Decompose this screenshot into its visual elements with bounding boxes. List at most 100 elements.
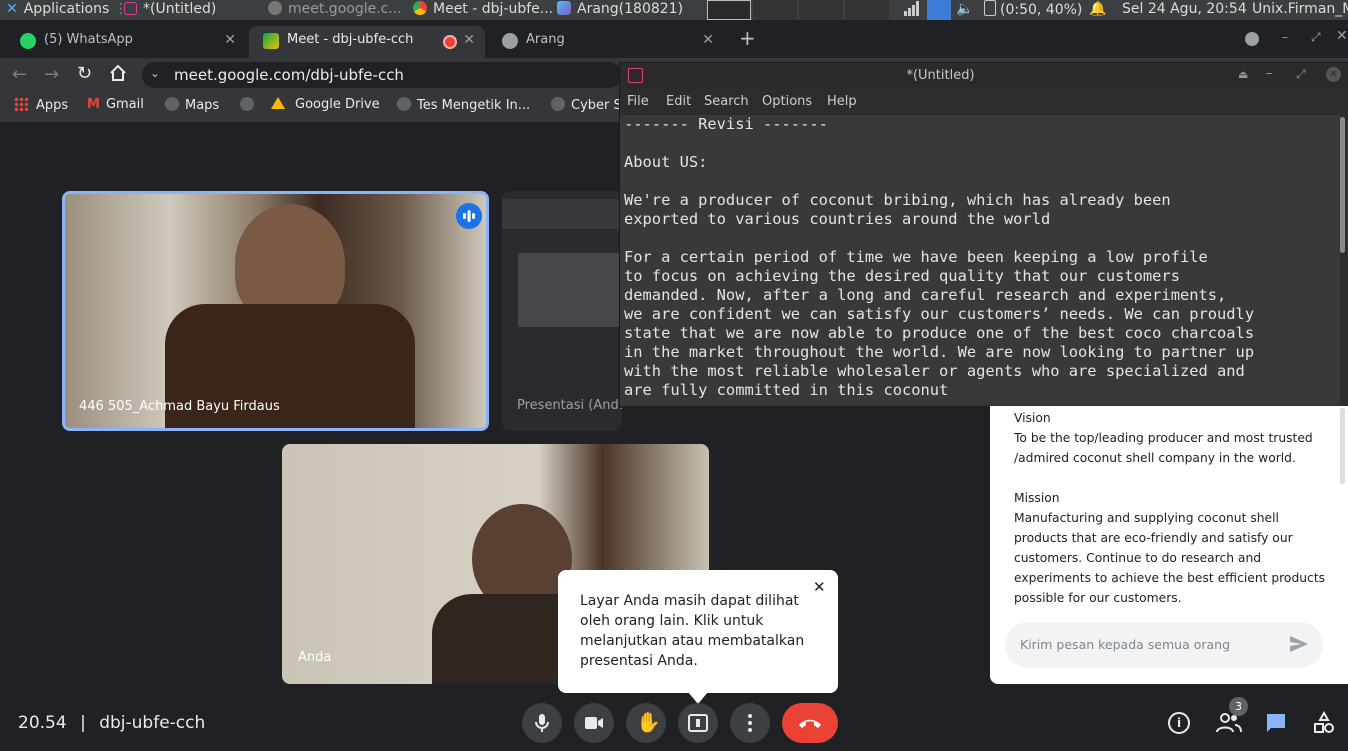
raise-hand-button[interactable]: ✋	[626, 703, 666, 743]
user-menu[interactable]: Unix.Firman_M	[1252, 0, 1348, 20]
minimize-icon[interactable]: –	[1266, 66, 1273, 81]
menu-file[interactable]: File	[627, 94, 649, 109]
globe-icon	[551, 97, 565, 111]
close-tooltip-icon[interactable]: ✕	[813, 577, 826, 597]
recording-indicator-icon	[443, 35, 457, 49]
clock[interactable]: Sel 24 Agu, 20:54	[1122, 0, 1247, 20]
tooltip-text: Layar Anda masih dapat dilihat oleh oran…	[580, 593, 805, 669]
close-window-icon[interactable]: ✕	[1326, 67, 1341, 82]
close-tab-icon[interactable]: ✕	[463, 26, 475, 54]
tab-meet[interactable]: Meet - dbj-ubfe-cch ✕	[249, 26, 485, 58]
participant-name: 446 505_Achmad Bayu Firdaus	[79, 399, 280, 414]
taskbar-window-meet-2[interactable]: Meet - dbj-ubfe...	[413, 0, 553, 20]
address-bar[interactable]: ⌄ meet.google.com/dbj-ubfe-cch	[142, 62, 622, 88]
chat-vision-heading: Vision	[1014, 411, 1051, 425]
apps-grid-icon	[14, 97, 28, 111]
chat-mission-text: Manufacturing and supplying coconut shel…	[1014, 511, 1326, 605]
site-info-icon[interactable]: ⌄	[150, 66, 160, 80]
microphone-button[interactable]	[522, 703, 562, 743]
send-icon[interactable]	[1288, 633, 1310, 661]
chat-message-input[interactable]: Kirim pesan kepada semua orang	[1005, 622, 1323, 668]
battery-status[interactable]: (0:50, 40%)	[984, 0, 1082, 20]
presentation-tile[interactable]: Presentasi (Anda)	[502, 191, 622, 431]
chrome-icon	[268, 1, 282, 15]
menu-help[interactable]: Help	[827, 94, 857, 109]
workspace-2[interactable]	[753, 0, 797, 20]
maximize-icon[interactable]: ⤢	[1311, 30, 1321, 45]
vpn-icon[interactable]	[927, 0, 951, 20]
presentation-label: Presentasi (Anda)	[517, 398, 622, 413]
whatsapp-icon	[20, 33, 36, 49]
url-text[interactable]: meet.google.com/dbj-ubfe-cch	[174, 66, 404, 84]
minimize-icon[interactable]: –	[1282, 30, 1288, 44]
shade-window-icon[interactable]: ⏏	[1238, 68, 1248, 81]
close-tab-icon[interactable]: ✕	[702, 26, 714, 54]
taskbar-window-folder[interactable]: Arang(180821)	[557, 0, 683, 20]
folder-icon	[557, 1, 571, 15]
chrome-icon	[413, 1, 427, 15]
bookmark-maps[interactable]: Maps	[165, 97, 219, 113]
bookmark-globe[interactable]	[240, 97, 260, 113]
presentation-tooltip: Layar Anda masih dapat dilihat oleh oran…	[558, 570, 838, 704]
signal-icon[interactable]	[903, 0, 921, 20]
editor-menubar: File Edit Search Options Help	[620, 89, 1348, 115]
home-icon[interactable]	[109, 64, 127, 82]
participant-tile-achmad[interactable]: 446 505_Achmad Bayu Firdaus	[62, 191, 489, 431]
forward-icon[interactable]: →	[44, 64, 59, 85]
volume-icon[interactable]: 🔈	[956, 0, 973, 20]
present-now-button[interactable]	[678, 703, 718, 743]
chat-vision-text: To be the top/leading producer and most …	[1014, 431, 1313, 465]
back-icon[interactable]: ←	[12, 64, 27, 85]
taskbar-window-gedit[interactable]: *(Untitled)	[124, 0, 216, 20]
editor-titlebar[interactable]: *(Untitled) ⏏ – ⤢ ✕	[620, 63, 1348, 89]
close-window-icon[interactable]: ✕	[1336, 28, 1348, 44]
meeting-details: 20.54 | dbj-ubfe-cch	[18, 713, 205, 733]
close-tab-icon[interactable]: ✕	[224, 26, 236, 54]
leave-call-button[interactable]	[782, 703, 838, 743]
menu-search[interactable]: Search	[704, 94, 749, 109]
editor-line: For a certain period of time we have bee…	[624, 248, 1208, 266]
bookmark-cyber[interactable]: Cyber S	[551, 97, 622, 113]
menu-edit[interactable]: Edit	[666, 94, 691, 109]
taskbar-window-meet-1[interactable]: meet.google.c...	[268, 0, 402, 20]
editor-line: with the most reliable wholesaler or age…	[624, 362, 1245, 380]
editor-line: in the market throughout the world. We a…	[624, 343, 1255, 361]
more-options-button[interactable]	[730, 703, 770, 743]
chat-button[interactable]	[1265, 712, 1287, 738]
editor-line: we are confident we can satisfy our cust…	[624, 305, 1255, 323]
bookmark-apps[interactable]: Apps	[14, 97, 68, 113]
maximize-icon[interactable]: ⤢	[1296, 67, 1306, 82]
bookmark-tes-mengetik[interactable]: Tes Mengetik In...	[397, 97, 530, 113]
present-screen-icon	[688, 714, 708, 732]
workspace-4[interactable]	[845, 0, 889, 20]
editor-scrollbar[interactable]	[1340, 117, 1345, 253]
tab-whatsapp[interactable]: (5) WhatsApp ✕	[6, 26, 246, 58]
bookmark-gmail[interactable]: M Gmail	[87, 97, 144, 112]
activities-shapes-icon	[1314, 710, 1334, 733]
tab-arang[interactable]: Arang ✕	[488, 26, 724, 58]
globe-icon	[240, 97, 254, 111]
meeting-info-icon[interactable]: i	[1168, 712, 1190, 734]
activities-button[interactable]	[1313, 710, 1335, 739]
notification-bell-icon[interactable]: 🔔	[1089, 0, 1106, 20]
workspace-switcher-active[interactable]	[707, 0, 751, 20]
applications-menu[interactable]: ✕ Applications	[6, 0, 109, 20]
tab-search-icon[interactable]	[1245, 32, 1259, 46]
new-tab-button[interactable]: +	[739, 26, 756, 50]
google-meet-icon	[263, 33, 279, 49]
workspace-3[interactable]	[799, 0, 843, 20]
editor-line: state that we are now able to produce on…	[624, 324, 1255, 342]
xfce-icon: ✕	[6, 1, 18, 17]
camera-button[interactable]	[574, 703, 614, 743]
microphone-icon	[535, 714, 549, 732]
chat-scrollbar[interactable]	[1340, 408, 1345, 484]
editor-line: are fully committed in this coconut	[624, 381, 949, 399]
chat-icon	[1267, 714, 1285, 732]
globe-icon	[502, 33, 518, 49]
reload-icon[interactable]: ↻	[77, 63, 92, 84]
bookmark-google-drive[interactable]: Google Drive	[271, 97, 380, 112]
menu-options[interactable]: Options	[762, 94, 812, 109]
editor-text-area[interactable]: ------- Revisi ------- About US: We're a…	[620, 115, 1340, 405]
